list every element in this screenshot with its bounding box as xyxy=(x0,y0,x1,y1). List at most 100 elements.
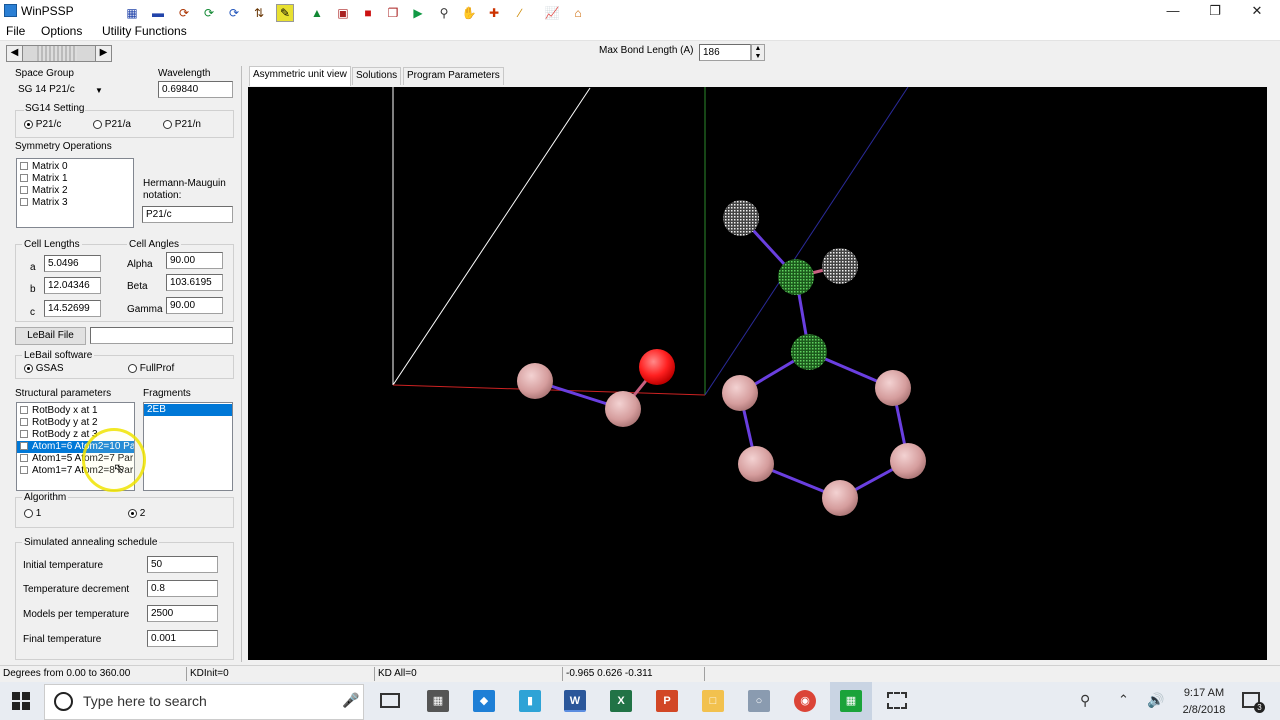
atom[interactable] xyxy=(875,370,911,406)
measure-line-icon[interactable]: ∕ xyxy=(511,4,529,22)
chevron-up-icon[interactable]: ⌃ xyxy=(1118,692,1129,708)
checkbox-icon[interactable] xyxy=(20,430,28,439)
algorithm-option-2[interactable]: 2 xyxy=(128,508,145,519)
powerpoint-icon[interactable]: P xyxy=(656,690,678,712)
minimize-button[interactable]: — xyxy=(1150,0,1196,21)
tab-solutions[interactable]: Solutions xyxy=(352,67,402,85)
paint-icon[interactable]: ✎ xyxy=(276,4,294,22)
list-item[interactable]: RotBody x at 1 xyxy=(17,405,134,417)
minus-icon[interactable]: ▬ xyxy=(149,4,167,22)
lebail-file-button[interactable]: LeBail File xyxy=(15,327,86,345)
flip-icon[interactable]: ⇅ xyxy=(250,4,268,22)
wavelength-input[interactable]: 0.69840 xyxy=(158,81,233,98)
taskbar-date[interactable]: 2/8/2018 xyxy=(1176,704,1232,716)
checkbox-icon[interactable] xyxy=(20,174,28,183)
temp-decrement-input[interactable]: 0.8 xyxy=(147,580,218,597)
alpha-input[interactable]: 90.00 xyxy=(166,252,223,269)
checkbox-icon[interactable] xyxy=(20,406,28,415)
models-input[interactable]: 2500 xyxy=(147,605,218,622)
people-icon[interactable]: ⚲ xyxy=(1080,692,1090,709)
calculator-icon[interactable]: ▦ xyxy=(427,690,449,712)
fragments-listbox[interactable]: 2EB xyxy=(143,402,233,491)
chevron-down-icon[interactable]: ▼ xyxy=(95,86,103,95)
cube-outline-icon[interactable]: ▣ xyxy=(334,4,352,22)
app-grey-icon[interactable]: ○ xyxy=(748,690,770,712)
move-icon[interactable]: ✚ xyxy=(485,4,503,22)
app-cyan-icon[interactable]: ▮ xyxy=(519,690,541,712)
sg14-option-p21a[interactable]: P21/a xyxy=(93,119,131,130)
select-box-icon[interactable]: ▦ xyxy=(123,4,141,22)
a-input[interactable]: 5.0496 xyxy=(44,255,101,272)
final-temp-input[interactable]: 0.001 xyxy=(147,630,218,647)
max-bond-spinner[interactable]: ▲ ▼ xyxy=(751,44,765,61)
chart-mountain-icon[interactable]: ▲ xyxy=(308,4,326,22)
hm-input[interactable]: P21/c xyxy=(142,206,233,223)
molecule-viewport[interactable] xyxy=(248,86,1280,660)
file-explorer-icon[interactable]: □ xyxy=(702,690,724,712)
viewport-scrollbar[interactable] xyxy=(1267,87,1280,660)
nav-next-icon[interactable]: ▶ xyxy=(95,46,111,61)
list-item[interactable]: Matrix 2 xyxy=(17,185,133,197)
checkbox-icon[interactable] xyxy=(20,466,28,475)
rotate-x-icon[interactable]: ⟳ xyxy=(175,4,193,22)
list-item[interactable]: 2EB xyxy=(144,404,232,416)
atom-highlighted[interactable] xyxy=(822,248,858,284)
nav-prev-icon[interactable]: ◀ xyxy=(7,46,23,61)
tab-program-parameters[interactable]: Program Parameters xyxy=(403,67,504,85)
algorithm-option-1[interactable]: 1 xyxy=(24,508,41,519)
cube-double-icon[interactable]: ❐ xyxy=(384,4,402,22)
beta-input[interactable]: 103.6195 xyxy=(166,274,223,291)
cortana-icon[interactable] xyxy=(54,692,73,711)
home-icon[interactable]: ⌂ xyxy=(569,4,587,22)
play-icon[interactable]: ▶ xyxy=(409,4,427,22)
list-item[interactable]: Matrix 1 xyxy=(17,173,133,185)
tab-asymmetric-unit-view[interactable]: Asymmetric unit view xyxy=(249,66,351,86)
menu-file[interactable]: File xyxy=(6,24,25,38)
restore-button[interactable]: ❐ xyxy=(1192,0,1238,21)
splitter[interactable] xyxy=(241,66,242,662)
menu-utility-functions[interactable]: Utility Functions xyxy=(102,24,187,38)
atom-selected[interactable] xyxy=(791,334,827,370)
space-group-select[interactable]: SG 14 P21/c xyxy=(15,82,105,99)
atom-selected[interactable] xyxy=(778,259,814,295)
chrome-icon[interactable]: ◉ xyxy=(794,690,816,712)
checkbox-icon[interactable] xyxy=(20,454,28,463)
initial-temp-input[interactable]: 50 xyxy=(147,556,218,573)
checkbox-icon[interactable] xyxy=(20,186,28,195)
word-icon[interactable]: W xyxy=(564,690,586,712)
app-blue-icon[interactable]: ◆ xyxy=(473,690,495,712)
rotate-y-icon[interactable]: ⟳ xyxy=(200,4,218,22)
list-item[interactable]: Matrix 0 xyxy=(17,161,133,173)
pan-hand-icon[interactable]: ✋ xyxy=(460,4,478,22)
gamma-input[interactable]: 90.00 xyxy=(166,297,223,314)
symmetry-listbox[interactable]: Matrix 0 Matrix 1 Matrix 2 Matrix 3 xyxy=(16,158,134,228)
atom[interactable] xyxy=(822,480,858,516)
taskbar-time[interactable]: 9:17 AM xyxy=(1176,687,1232,699)
checkbox-icon[interactable] xyxy=(20,442,28,451)
list-item[interactable]: Matrix 3 xyxy=(17,197,133,209)
winpssp-taskbar-icon[interactable]: ▦ xyxy=(840,690,862,712)
c-input[interactable]: 14.52699 xyxy=(44,300,101,317)
lebail-option-gsas[interactable]: GSAS xyxy=(24,363,64,374)
atom[interactable] xyxy=(605,391,641,427)
frame-navigator[interactable]: ◀ ▶ xyxy=(6,45,112,62)
checkbox-icon[interactable] xyxy=(20,418,28,427)
microphone-icon[interactable]: 🎤 xyxy=(342,692,359,709)
b-input[interactable]: 12.04346 xyxy=(44,277,101,294)
lebail-file-input[interactable] xyxy=(90,327,233,344)
task-view-icon[interactable] xyxy=(380,693,400,708)
close-button[interactable]: ✕ xyxy=(1234,0,1280,21)
windows-start-icon[interactable] xyxy=(12,692,30,710)
rotate-z-icon[interactable]: ⟳ xyxy=(225,4,243,22)
speaker-icon[interactable]: 🔊 xyxy=(1147,692,1164,709)
atom-highlighted[interactable] xyxy=(723,200,759,236)
checkbox-icon[interactable] xyxy=(20,198,28,207)
atom[interactable] xyxy=(738,446,774,482)
excel-icon[interactable]: X xyxy=(610,690,632,712)
sg14-option-p21c[interactable]: P21/c xyxy=(24,119,61,130)
lebail-option-fullprof[interactable]: FullProf xyxy=(128,363,174,374)
atom[interactable] xyxy=(517,363,553,399)
atom[interactable] xyxy=(890,443,926,479)
sg14-option-p21n[interactable]: P21/n xyxy=(163,119,201,130)
checkbox-icon[interactable] xyxy=(20,162,28,171)
